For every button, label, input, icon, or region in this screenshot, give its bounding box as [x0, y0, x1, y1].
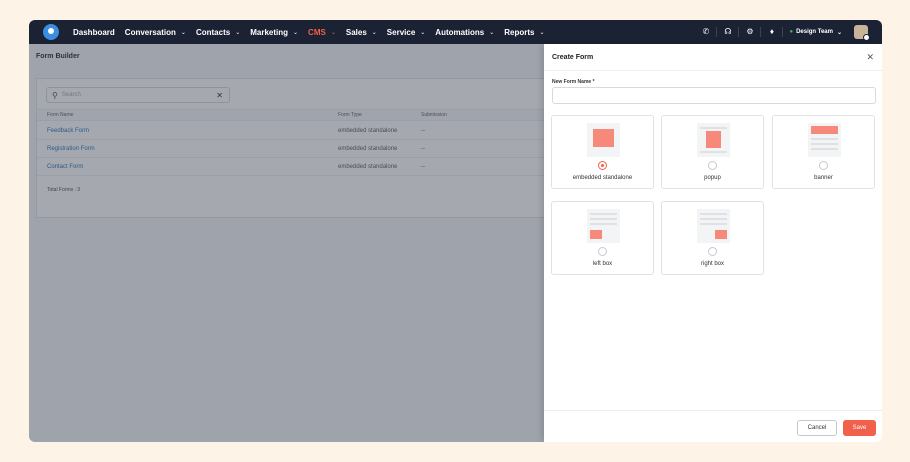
- nav-item-label: Reports: [504, 27, 535, 37]
- nav-item-contacts[interactable]: Contacts ⌄: [196, 28, 240, 37]
- left-box-radio[interactable]: [598, 247, 607, 256]
- form-type-banner[interactable]: banner: [772, 115, 875, 189]
- form-name-input[interactable]: [552, 87, 876, 104]
- form-type-embedded-standalone[interactable]: embedded standalone: [551, 115, 654, 189]
- banner-radio[interactable]: [819, 161, 828, 170]
- form-type-label: embedded standalone: [572, 175, 633, 181]
- nav-item-label: Contacts: [195, 27, 231, 37]
- chevron-down-icon: ⌄: [180, 29, 186, 36]
- nav-item-label: Service: [386, 27, 416, 37]
- form-type-right-box[interactable]: right box: [661, 201, 764, 275]
- drawer-header: Create Form ✕: [544, 44, 882, 71]
- form-type-label: popup: [704, 175, 721, 181]
- right-box-preview-icon: [697, 209, 730, 243]
- chevron-down-icon: ⌄: [836, 29, 842, 36]
- team-label: Design Team: [796, 29, 833, 35]
- nav-item-label: Marketing: [250, 27, 289, 37]
- team-status-icon: ●: [789, 29, 794, 35]
- nav-item-conversation[interactable]: Conversation ⌄: [125, 28, 186, 37]
- chevron-down-icon: ⌄: [293, 29, 299, 36]
- chevron-down-icon: ⌄: [420, 29, 426, 36]
- phone-icon[interactable]: ✆: [695, 27, 718, 37]
- close-icon[interactable]: ✕: [866, 52, 874, 63]
- app-window: Dashboard Conversation ⌄ Contacts ⌄ Market…: [29, 20, 882, 442]
- chevron-down-icon: ⌄: [539, 29, 545, 36]
- chevron-down-icon: ⌄: [235, 29, 241, 36]
- form-type-label: left box: [592, 261, 613, 267]
- form-type-left-box[interactable]: left box: [551, 201, 654, 275]
- nav-item-label: Sales: [345, 27, 367, 37]
- nav-item-label: Conversation: [124, 27, 176, 37]
- cancel-button[interactable]: Cancel: [797, 420, 837, 436]
- nav-item-automations[interactable]: Automations ⌄: [435, 28, 494, 37]
- embedded-standalone-preview-icon: [587, 123, 620, 157]
- modal-backdrop[interactable]: [29, 44, 544, 442]
- chevron-down-icon: ⌄: [489, 29, 495, 36]
- left-box-preview-icon: [587, 209, 620, 243]
- team-switcher[interactable]: ● Design Team ⌄: [789, 29, 842, 36]
- nav-utilities: ✆ ☊ ⚙ ♦ ● Design Team ⌄: [695, 20, 870, 44]
- create-form-drawer: Create Form ✕ New Form Name * embedded s…: [544, 44, 882, 442]
- bell-icon[interactable]: ♦: [761, 27, 784, 37]
- nav-item-sales[interactable]: Sales ⌄: [346, 28, 377, 37]
- drawer-title: Create Form: [552, 53, 594, 61]
- avatar[interactable]: [854, 25, 870, 41]
- form-type-label: right box: [700, 261, 724, 267]
- form-type-popup[interactable]: popup: [661, 115, 764, 189]
- popup-preview-icon: [697, 123, 730, 157]
- top-navigation: Dashboard Conversation ⌄ Contacts ⌄ Market…: [29, 20, 882, 44]
- form-name-label: New Form Name *: [552, 79, 595, 85]
- chevron-down-icon: ⌄: [371, 29, 377, 36]
- nav-item-label: Dashboard: [73, 27, 115, 37]
- banner-preview-icon: [808, 123, 841, 157]
- nav-item-marketing[interactable]: Marketing ⌄: [250, 28, 298, 37]
- gear-icon[interactable]: ⚙: [739, 27, 762, 37]
- nav-item-service[interactable]: Service ⌄: [387, 28, 426, 37]
- nav-item-dashboard[interactable]: Dashboard: [73, 28, 115, 37]
- chevron-down-icon: ⌄: [330, 29, 336, 36]
- save-button[interactable]: Save: [843, 420, 876, 436]
- right-box-radio[interactable]: [708, 247, 717, 256]
- nav-item-label: CMS: [308, 27, 326, 37]
- form-type-label: banner: [814, 175, 833, 181]
- drawer-footer: Cancel Save: [544, 410, 882, 442]
- nav-item-label: Automations: [435, 27, 485, 37]
- embedded-standalone-radio[interactable]: [598, 161, 607, 170]
- headset-icon[interactable]: ☊: [717, 27, 740, 37]
- popup-radio[interactable]: [708, 161, 717, 170]
- nav-item-reports[interactable]: Reports ⌄: [504, 28, 544, 37]
- app-logo-icon[interactable]: [43, 24, 59, 40]
- nav-item-cms[interactable]: CMS ⌄: [308, 28, 336, 37]
